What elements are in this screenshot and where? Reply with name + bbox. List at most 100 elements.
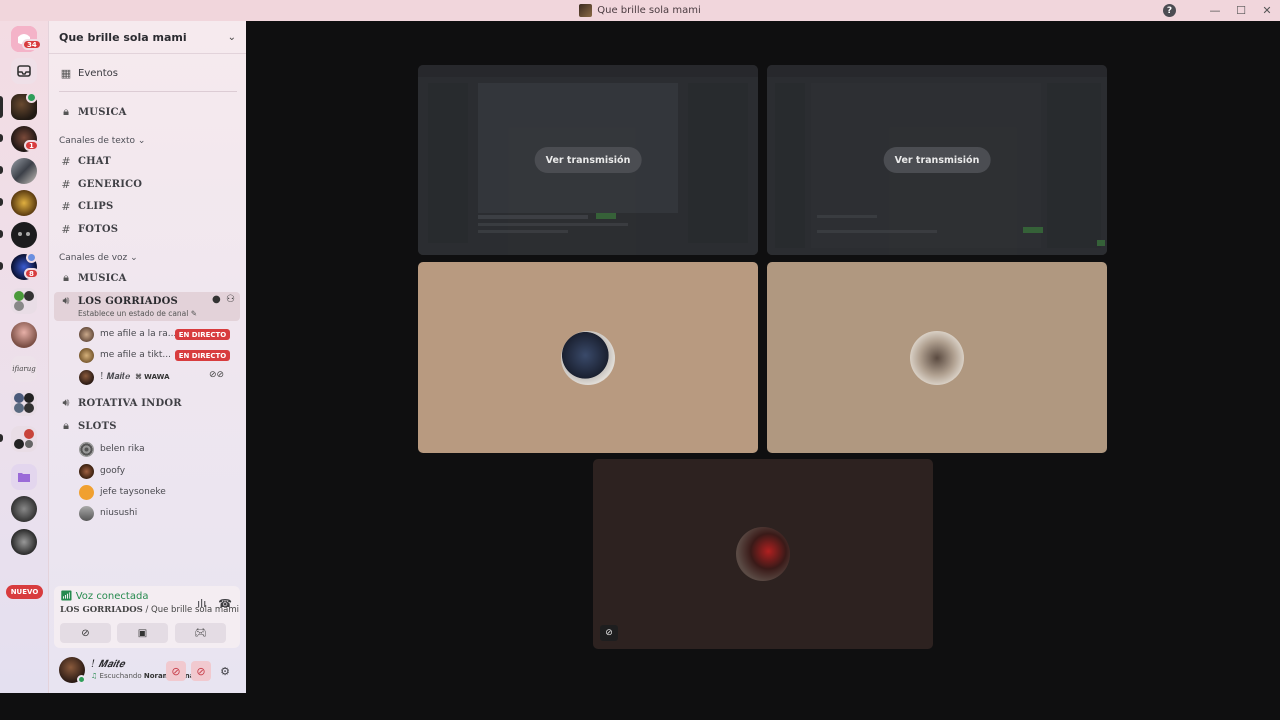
server-folder-3[interactable] (11, 426, 37, 452)
user-name[interactable]: ! 𝑴𝒂𝒊𝒕𝒆 (91, 659, 125, 670)
stream-tile[interactable]: Ver transmisión (767, 65, 1107, 255)
camera-toggle-button[interactable]: ⊘ (60, 623, 111, 643)
watch-stream-button[interactable]: Ver transmisión (883, 147, 991, 173)
channel-status-setter[interactable]: Establece un estado de canal ✎ (78, 309, 197, 318)
settings-button[interactable]: ⚙ (215, 661, 235, 681)
channel-fotos[interactable]: # FOTOS (54, 219, 240, 239)
gear-icon: ⚙ (220, 664, 230, 678)
chat-bubble-icon[interactable]: ● (212, 294, 221, 305)
chevron-down-icon: ⌄ (137, 136, 146, 146)
member-name: belen rika (100, 444, 145, 454)
channel-name: MUSICA (78, 106, 127, 118)
camera-off-icon: ⊘ (81, 627, 90, 639)
server-header[interactable]: Que brille sola mami ⌄ (49, 21, 246, 54)
voice-channel-name: LOS GORRIADOS (60, 605, 143, 615)
screen-share-button[interactable]: ▣ (117, 623, 168, 643)
participant-avatar (736, 527, 790, 581)
watch-stream-button[interactable]: Ver transmisión (534, 147, 642, 173)
invite-member-icon[interactable]: ⚇ (226, 294, 235, 305)
channel-name: MUSICA (78, 272, 127, 284)
online-status-icon (77, 675, 86, 684)
deafen-button[interactable]: ⊘ (191, 661, 211, 681)
voice-status[interactable]: 📶︎ Voz conectada (60, 591, 148, 602)
divider (59, 91, 237, 92)
maximize-button[interactable]: ☐ (1228, 0, 1254, 21)
lock-icon: 🔒︎ (63, 105, 69, 118)
voice-channel-rotativa[interactable]: 🔊︎ ROTATIVA INDOR (54, 393, 240, 413)
server-rail: 34 1 8 ifiarug NUEVO (0, 21, 48, 693)
server-folder-icons (14, 291, 34, 311)
participant-tile[interactable] (767, 262, 1107, 453)
voice-status-text: Voz conectada (75, 591, 149, 602)
new-servers-badge[interactable]: NUEVO (6, 585, 43, 599)
server-10[interactable] (11, 529, 37, 555)
category-label: Canales de voz (59, 253, 128, 263)
minimize-button[interactable]: — (1202, 0, 1228, 21)
voice-member[interactable]: me afile a la ra... (79, 325, 176, 343)
channel-name: GENERICO (78, 178, 143, 190)
avatar (79, 505, 94, 521)
member-name: goofy (100, 466, 126, 476)
events-label: Eventos (78, 67, 118, 79)
close-button[interactable]: ✕ (1254, 0, 1280, 21)
chevron-down-icon: ⌄ (227, 31, 236, 43)
voice-member[interactable]: goofy (79, 462, 125, 480)
server-7[interactable] (11, 322, 37, 348)
server-5[interactable] (11, 222, 37, 248)
home-badge: 34 (22, 39, 42, 50)
channel-musica-locked[interactable]: 🔒︎ MUSICA (54, 102, 240, 122)
server-unread-pill (0, 230, 3, 238)
tag-text: WAWA (144, 373, 170, 381)
participant-tile[interactable]: ⊘ (593, 459, 933, 649)
server-3[interactable] (11, 158, 37, 184)
category-text[interactable]: Canales de texto ⌄ (59, 136, 145, 146)
channel-sidebar: Que brille sola mami ⌄ ▦ Eventos 🔒︎ MUSI… (48, 21, 260, 693)
avatar (79, 484, 94, 500)
events-link[interactable]: ▦ Eventos (54, 63, 240, 83)
voice-stage: Ver transmisión Ver transmisión ⊘ (246, 21, 1280, 720)
member-name: jefe taysoneke (100, 487, 166, 497)
server-selected-pill (0, 96, 3, 118)
server-unread-pill (0, 134, 3, 142)
channel-clips[interactable]: # CLIPS (54, 196, 240, 216)
avatar (79, 441, 94, 457)
help-icon[interactable]: ? (1163, 4, 1176, 17)
channel-name: LOS GORRIADOS (78, 295, 178, 307)
voice-member[interactable]: ! 𝑴𝒂𝒊𝒕𝒆 ⌘ WAWA (79, 368, 170, 386)
voice-separator: / (142, 605, 152, 615)
soundboard-button[interactable] (230, 623, 234, 643)
category-voice[interactable]: Canales de voz ⌄ (59, 253, 138, 263)
server-folder-2[interactable] (11, 390, 37, 416)
activities-button[interactable]: 🎮︎ (175, 623, 226, 643)
voice-channel-slots[interactable]: 🔒︎ SLOTS (54, 416, 240, 436)
server-8[interactable]: ifiarug (11, 356, 37, 382)
voice-member[interactable]: niusushi (79, 504, 137, 522)
participant-tile[interactable] (418, 262, 758, 453)
server-badge: 1 (24, 140, 39, 151)
disconnect-icon[interactable]: ☎ (218, 597, 232, 610)
inbox-button[interactable] (11, 58, 37, 84)
deafened-icon: ⊘ (600, 625, 618, 641)
music-note-icon: ♫ (91, 672, 98, 680)
server-5-logo-icon (18, 232, 30, 236)
voice-member[interactable]: belen rika (79, 440, 145, 458)
channel-chat[interactable]: # CHAT (54, 151, 240, 171)
window-title-group: Que brille sola mami (579, 4, 701, 17)
chevron-down-icon: ⌄ (130, 253, 138, 263)
server-folder-1[interactable] (11, 288, 37, 314)
channel-name: ROTATIVA INDOR (78, 397, 182, 409)
tag-icon: ⌘ (135, 373, 142, 381)
noise-suppression-icon[interactable]: ılı (197, 597, 206, 610)
voice-member[interactable]: me afile a tikt... (79, 346, 171, 364)
server-4[interactable] (11, 190, 37, 216)
avatar (79, 463, 94, 479)
server-folder-icons (14, 429, 34, 449)
stream-tile[interactable]: Ver transmisión (418, 65, 758, 255)
mute-button[interactable]: ⊘ (166, 661, 186, 681)
voice-member[interactable]: jefe taysoneke (79, 483, 166, 501)
voice-channel-musica[interactable]: 🔒︎ MUSICA (54, 268, 240, 288)
gamepad-icon: 🎮︎ (194, 627, 207, 639)
folder-button[interactable] (11, 464, 37, 490)
channel-generico[interactable]: # GENERICO (54, 174, 240, 194)
server-9[interactable] (11, 496, 37, 522)
